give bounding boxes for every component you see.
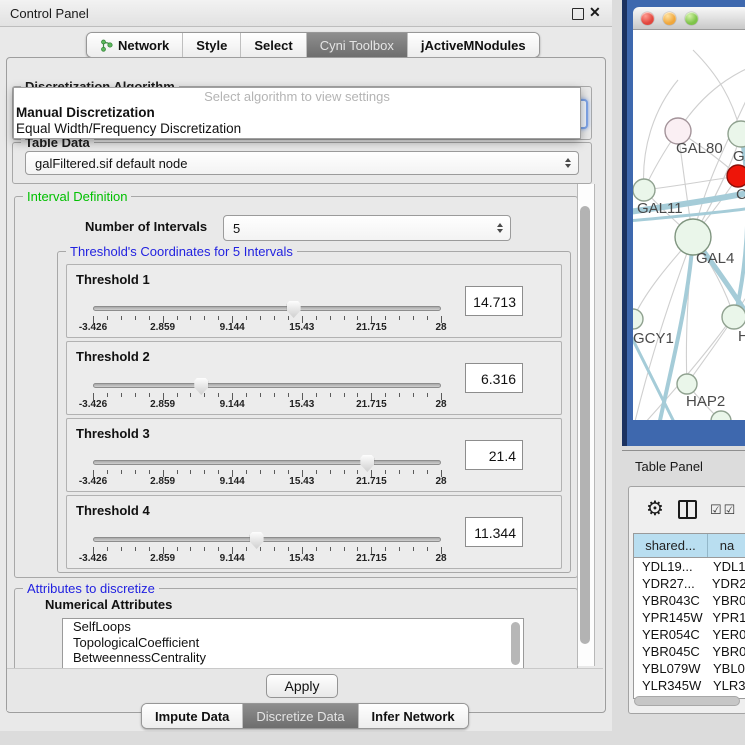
close-icon[interactable]: ✕	[589, 4, 601, 21]
list-item[interactable]: SelfLoops	[63, 619, 523, 635]
bottom-tabstrip: Impute Data Discretize Data Infer Networ…	[141, 703, 469, 729]
apply-button[interactable]: Apply	[266, 674, 338, 698]
list-scrollbar[interactable]	[511, 622, 520, 665]
float-window-icon[interactable]	[572, 8, 584, 20]
num-intervals-label: Number of Intervals	[85, 219, 207, 234]
table-row[interactable]: YPR145WYPR1	[634, 609, 745, 626]
table-row[interactable]: YLR345WYLR3	[634, 677, 745, 694]
node-partial-top-right[interactable]	[728, 121, 745, 147]
dropdown-option-equal-width[interactable]: Equal Width/Frequency Discretization	[16, 121, 241, 136]
threshold-4-panel: Threshold 4 -3.426 2.859 9.144 15.43 21.…	[66, 495, 562, 569]
table-horizontal-scrollbar[interactable]	[634, 696, 740, 706]
network-icon	[100, 39, 113, 52]
node-gal11[interactable]	[633, 179, 655, 201]
node-label: GAL11	[637, 200, 683, 217]
tab-style[interactable]: Style	[183, 33, 241, 57]
interval-definition-group: Interval Definition Number of Intervals …	[14, 196, 578, 578]
node-label: GA	[733, 148, 745, 165]
network-window-frame: GAL80 GA C GAL11 GAL4 GCY1 H HAP2	[622, 0, 745, 446]
threshold-4-value-field[interactable]: 11.344	[465, 517, 523, 547]
split-columns-icon[interactable]	[678, 500, 697, 519]
threshold-1-panel: Threshold 1 -3.426 2.859 9.144 15.43 21.…	[66, 264, 562, 338]
minimize-traffic-light[interactable]	[663, 12, 676, 25]
node-red-selected[interactable]	[727, 165, 745, 187]
threshold-4-slider[interactable]	[93, 537, 441, 542]
dropdown-option-manual[interactable]: Manual Discretization	[16, 105, 155, 120]
node-attribute-table: shared... na YDL19...YDL1 YDR27...YDR2 Y…	[633, 533, 745, 699]
threshold-1-value-field[interactable]: 14.713	[465, 286, 523, 316]
algorithm-dropdown-popup: Select algorithm to view settings Manual…	[13, 87, 581, 139]
table-header-row: shared... na	[634, 534, 745, 558]
column-header-name[interactable]: na	[708, 534, 745, 557]
table-data-combobox[interactable]: galFiltered.sif default node	[25, 151, 579, 175]
group-title: Threshold's Coordinates for 5 Intervals	[66, 244, 297, 259]
node-label: GAL4	[696, 250, 734, 267]
node-label: GCY1	[633, 330, 674, 347]
table-row[interactable]: YBL079WYBL0	[634, 660, 745, 677]
list-item[interactable]: BetweennessCentrality	[63, 650, 523, 666]
top-tabstrip: Network Style Select Cyni Toolbox jActiv…	[86, 32, 540, 58]
num-intervals-combobox[interactable]: 5	[223, 215, 511, 241]
node-label: HAP2	[686, 393, 725, 410]
threshold-3-panel: Threshold 3 -3.426 2.859 9.144 15.43 21.…	[66, 418, 562, 492]
node-gcy1[interactable]	[633, 309, 643, 329]
network-graph	[633, 30, 745, 420]
node-label: H	[738, 328, 745, 345]
node-hap2[interactable]	[677, 374, 697, 394]
checkbox-icons[interactable]: ☑☑	[710, 502, 737, 518]
threshold-3-value-field[interactable]: 21.4	[465, 440, 523, 470]
network-window: GAL80 GA C GAL11 GAL4 GCY1 H HAP2	[633, 7, 745, 420]
table-row[interactable]: YER054CYER0	[634, 626, 745, 643]
threshold-2-value-field[interactable]: 6.316	[465, 363, 523, 393]
group-title: Interval Definition	[23, 189, 131, 204]
close-traffic-light[interactable]	[641, 12, 654, 25]
combobox-value: 5	[233, 221, 240, 236]
table-row[interactable]: YBR043CYBR0	[634, 592, 745, 609]
panel-divider[interactable]	[622, 450, 745, 451]
zoom-traffic-light[interactable]	[685, 12, 698, 25]
combobox-arrows-icon	[565, 158, 571, 168]
column-header-shared-name[interactable]: shared...	[634, 534, 708, 557]
numerical-attributes-list: SelfLoops TopologicalCoefficient Between…	[62, 618, 524, 670]
table-row[interactable]: YDL19...YDL1	[634, 558, 745, 575]
tab-jactivemnodules[interactable]: jActiveMNodules	[408, 33, 539, 57]
panel-scrollbar-thumb[interactable]	[580, 206, 590, 644]
table-panel-title: Table Panel	[635, 459, 703, 474]
tab-discretize-data[interactable]: Discretize Data	[243, 704, 358, 728]
network-titlebar[interactable]	[633, 7, 745, 30]
tab-cyni-toolbox[interactable]: Cyni Toolbox	[307, 33, 408, 57]
node-label: C	[736, 186, 745, 203]
table-row[interactable]: YBR045CYBR0	[634, 643, 745, 660]
tab-infer-network[interactable]: Infer Network	[359, 704, 468, 728]
numerical-attributes-label: Numerical Attributes	[45, 597, 172, 612]
thresholds-group: Threshold's Coordinates for 5 Intervals …	[57, 251, 571, 573]
control-panel-titlebar: Control Panel ✕	[0, 0, 612, 27]
node-partial-bottom[interactable]	[711, 411, 731, 420]
panel-title: Control Panel	[10, 6, 89, 21]
list-item[interactable]: TopologicalCoefficient	[63, 635, 523, 651]
combobox-arrows-icon	[497, 223, 503, 233]
node-label: GAL80	[676, 140, 723, 157]
node-his[interactable]	[722, 305, 745, 329]
tab-network[interactable]: Network	[87, 33, 183, 57]
tab-select[interactable]: Select	[241, 33, 306, 57]
network-canvas[interactable]: GAL80 GA C GAL11 GAL4 GCY1 H HAP2	[633, 30, 745, 420]
threshold-2-panel: Threshold 2 -3.426 2.859 9.144 15.43 21.…	[66, 341, 562, 415]
threshold-2-slider[interactable]	[93, 383, 441, 388]
table-row[interactable]: YDR27...YDR2	[634, 575, 745, 592]
threshold-3-slider[interactable]	[93, 460, 441, 465]
group-title: Attributes to discretize	[23, 581, 159, 596]
threshold-1-slider[interactable]	[93, 306, 441, 311]
tab-impute-data[interactable]: Impute Data	[142, 704, 243, 728]
combobox-value: galFiltered.sif default node	[35, 156, 187, 171]
gear-icon[interactable]: ⚙	[646, 496, 664, 521]
table-data-group: Table Data galFiltered.sif default node	[12, 142, 592, 184]
dropdown-hint[interactable]: Select algorithm to view settings	[14, 89, 580, 104]
control-panel-window: Control Panel ✕ Network Style Select Cyn…	[0, 0, 612, 731]
tab-label: Network	[118, 38, 169, 53]
